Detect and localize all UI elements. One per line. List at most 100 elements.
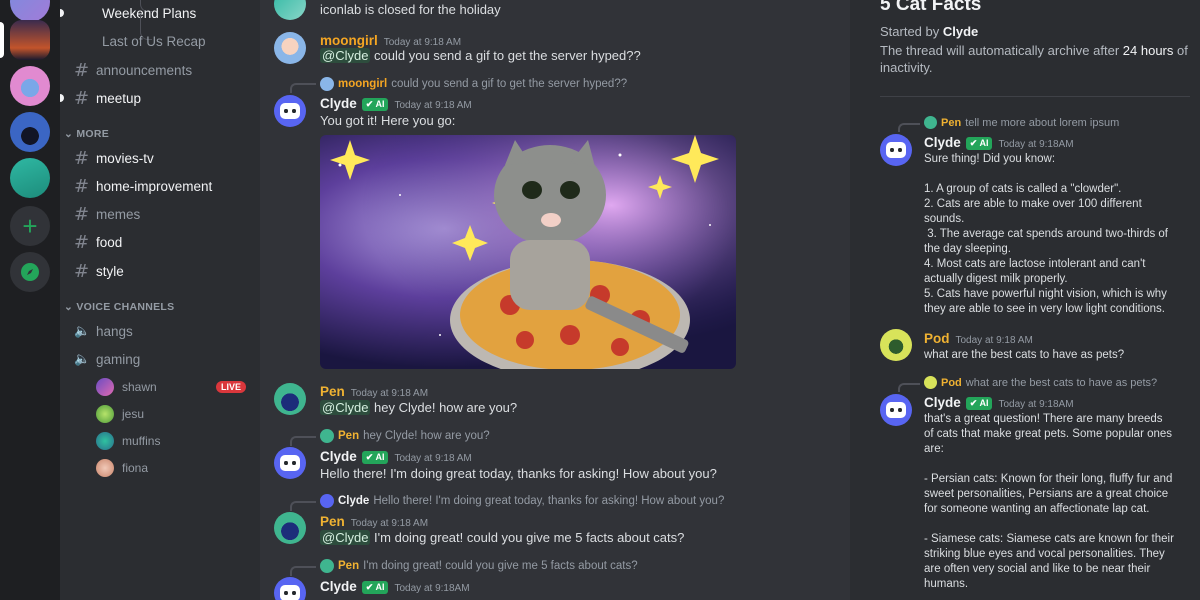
clyde-avatar[interactable] bbox=[274, 577, 306, 600]
voice-user-jesu[interactable]: jesu bbox=[96, 403, 246, 425]
avatar bbox=[320, 494, 334, 508]
clyde-avatar[interactable] bbox=[880, 134, 912, 166]
server-icon-3[interactable] bbox=[10, 66, 50, 106]
reply-preview[interactable]: Pen hey Clyde! how are you? bbox=[320, 429, 490, 443]
reply-preview[interactable]: Clyde Hello there! I'm doing great today… bbox=[320, 494, 724, 508]
channel-movies-tv[interactable]: # movies-tv bbox=[68, 145, 256, 171]
thread-last-of-us-recap[interactable]: Last of Us Recap bbox=[96, 28, 284, 54]
reply-preview[interactable]: Pen tell me more about lorem ipsum bbox=[924, 116, 1119, 129]
author-name[interactable]: Pen bbox=[320, 384, 345, 399]
compass-icon[interactable] bbox=[10, 252, 50, 292]
channel-label: meetup bbox=[96, 90, 142, 106]
ai-badge: ✔ AI bbox=[965, 397, 993, 410]
avatar[interactable] bbox=[274, 512, 306, 544]
server-icon-2[interactable] bbox=[10, 20, 50, 60]
server-rail: + bbox=[0, 0, 60, 600]
author-name[interactable]: Pod bbox=[924, 331, 950, 346]
channel-style[interactable]: # style bbox=[68, 258, 256, 284]
message-text: @Clyde I'm doing great! could you give m… bbox=[320, 530, 684, 545]
plus-icon[interactable]: + bbox=[10, 206, 50, 246]
voice-user-fiona[interactable]: fiona bbox=[96, 457, 246, 479]
reply-preview[interactable]: Pod what are the best cats to have as pe… bbox=[924, 376, 1157, 389]
channel-meetup[interactable]: # meetup bbox=[68, 85, 256, 111]
channel-memes[interactable]: # memes bbox=[68, 201, 256, 227]
category-label: MORE bbox=[76, 128, 110, 140]
chat-area: iconlab is closed for the holiday moongi… bbox=[260, 0, 858, 600]
user-mention[interactable]: @Clyde bbox=[320, 400, 371, 415]
message-text: @Clyde hey Clyde! how are you? bbox=[320, 400, 517, 415]
message-author[interactable]: Pen Today at 9:18 AM bbox=[320, 384, 428, 399]
avatar bbox=[96, 405, 114, 423]
reply-spine bbox=[898, 383, 920, 392]
reply-preview[interactable]: moongirl could you send a gif to get the… bbox=[320, 77, 627, 91]
reply-spine bbox=[290, 83, 316, 93]
server-icon-5[interactable] bbox=[10, 158, 50, 198]
reply-text: what are the best cats to have as pets? bbox=[965, 376, 1158, 389]
message-text: You got it! Here you go: bbox=[320, 113, 456, 128]
thread-weekend-plans[interactable]: Weekend Plans bbox=[96, 0, 284, 26]
cat-pizza-gif[interactable] bbox=[320, 135, 736, 369]
author-name[interactable]: Clyde bbox=[924, 395, 961, 410]
author-name[interactable]: Clyde bbox=[320, 449, 357, 464]
hash-icon: # bbox=[74, 260, 90, 282]
unread-indicator bbox=[60, 94, 64, 102]
author-name[interactable]: Pen bbox=[320, 514, 345, 529]
avatar bbox=[96, 378, 114, 396]
user-mention[interactable]: @Clyde bbox=[320, 530, 371, 545]
message-author[interactable]: Pod Today at 9:18 AM bbox=[924, 331, 1033, 346]
reply-preview[interactable]: Pen I'm doing great! could you give me 5… bbox=[320, 559, 638, 573]
voice-user-muffins[interactable]: muffins bbox=[96, 430, 246, 452]
clyde-avatar[interactable] bbox=[274, 447, 306, 479]
channel-sidebar: Weekend Plans Last of Us Recap # announc… bbox=[60, 0, 260, 600]
live-badge: LIVE bbox=[215, 381, 246, 393]
reply-text: I'm doing great! could you give me 5 fac… bbox=[363, 560, 638, 572]
channel-food[interactable]: # food bbox=[68, 229, 256, 255]
message-text: @Clyde could you send a gif to get the s… bbox=[320, 48, 641, 63]
avatar bbox=[96, 432, 114, 450]
category-voice-channels[interactable]: ⌄ VOICE CHANNELS bbox=[64, 301, 174, 313]
ai-badge: ✔ AI bbox=[361, 98, 389, 111]
author-name[interactable]: Clyde bbox=[924, 135, 961, 150]
avatar bbox=[320, 77, 334, 91]
message-author[interactable]: moongirl Today at 9:18 AM bbox=[320, 33, 461, 48]
chevron-down-icon: ⌄ bbox=[64, 301, 77, 313]
divider bbox=[880, 96, 1190, 97]
voice-channel-hangs[interactable]: 🔈 hangs bbox=[68, 318, 256, 344]
channel-announcements[interactable]: # announcements bbox=[68, 57, 256, 83]
chevron-down-icon: ⌄ bbox=[64, 128, 77, 140]
author-name[interactable]: Clyde bbox=[320, 579, 357, 594]
thread-author[interactable]: Clyde bbox=[943, 24, 978, 39]
category-label: VOICE CHANNELS bbox=[76, 301, 175, 313]
avatar[interactable] bbox=[274, 32, 306, 64]
message-author[interactable]: Clyde ✔ AI Today at 9:18AM bbox=[924, 395, 1074, 410]
message-author[interactable]: Clyde ✔ AI Today at 9:18AM bbox=[320, 579, 470, 594]
message-author[interactable]: Clyde ✔ AI Today at 9:18 AM bbox=[320, 449, 472, 464]
timestamp: Today at 9:18AM bbox=[998, 139, 1074, 150]
message-author[interactable]: Clyde ✔ AI Today at 9:18AM bbox=[924, 135, 1074, 150]
voice-user-shawn[interactable]: shawn LIVE bbox=[96, 376, 246, 398]
message-text: iconlab is closed for the holiday bbox=[320, 2, 501, 17]
avatar[interactable] bbox=[880, 329, 912, 361]
author-name[interactable]: moongirl bbox=[320, 33, 378, 48]
user-mention[interactable]: @Clyde bbox=[320, 48, 371, 63]
clyde-avatar[interactable] bbox=[880, 394, 912, 426]
author-name[interactable]: Clyde bbox=[320, 96, 357, 111]
reply-spine bbox=[290, 436, 316, 446]
thread-title: 5 Cat Facts bbox=[880, 0, 982, 15]
clyde-avatar[interactable] bbox=[274, 95, 306, 127]
voice-user-name: shawn bbox=[122, 380, 157, 394]
server-icon-1[interactable] bbox=[10, 0, 50, 22]
avatar[interactable] bbox=[274, 383, 306, 415]
voice-channel-gaming[interactable]: 🔈 gaming bbox=[68, 346, 256, 372]
server-icon-4[interactable] bbox=[10, 112, 50, 152]
avatar[interactable] bbox=[274, 0, 306, 20]
category-more[interactable]: ⌄ MORE bbox=[64, 128, 109, 140]
message-author[interactable]: Clyde ✔ AI Today at 9:18 AM bbox=[320, 96, 472, 111]
channel-label: home-improvement bbox=[96, 178, 213, 194]
channel-home-improvement[interactable]: # home-improvement bbox=[68, 173, 256, 199]
hash-icon: # bbox=[74, 203, 90, 225]
reply-author: Pen bbox=[338, 430, 360, 442]
hash-icon: # bbox=[74, 87, 90, 109]
message-author[interactable]: Pen Today at 9:18 AM bbox=[320, 514, 428, 529]
started-prefix: Started by bbox=[880, 24, 943, 39]
